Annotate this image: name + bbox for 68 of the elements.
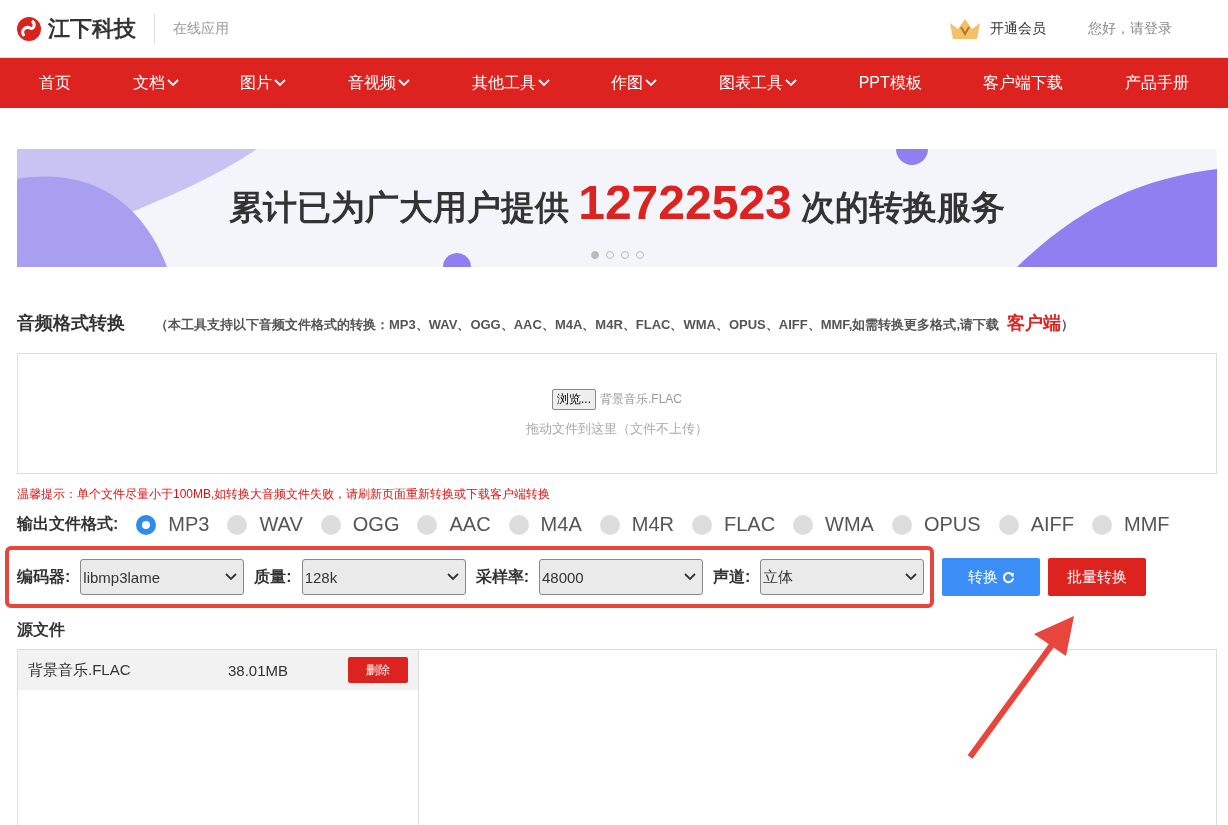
caret-icon bbox=[905, 573, 918, 581]
format-option[interactable]: WMA bbox=[825, 513, 874, 536]
setting-label: 声道: bbox=[713, 566, 751, 587]
nav-item[interactable]: PPT模板 bbox=[858, 72, 922, 94]
source-files-title: 源文件 bbox=[17, 620, 66, 640]
caret-icon bbox=[446, 573, 459, 581]
format-option[interactable]: AIFF bbox=[1030, 513, 1074, 536]
format-option[interactable]: M4A bbox=[540, 513, 582, 536]
format-option[interactable]: WAV bbox=[259, 513, 303, 536]
nav-item[interactable]: 首页 bbox=[38, 72, 71, 94]
setting-label: 采样率: bbox=[475, 566, 529, 587]
format-option[interactable]: MMF bbox=[1124, 513, 1170, 536]
logo-icon bbox=[16, 15, 42, 42]
nav-item[interactable]: 其他工具 bbox=[471, 72, 550, 94]
nav-item[interactable]: 音视频 bbox=[347, 72, 410, 94]
circle-decoration bbox=[443, 253, 471, 267]
dropdown-field[interactable]: 48000 bbox=[539, 559, 703, 595]
radio-button[interactable] bbox=[227, 514, 248, 535]
file-name: 背景音乐.FLAC bbox=[600, 391, 682, 408]
format-option[interactable]: OPUS bbox=[923, 513, 981, 536]
format-note: （本工具支持以下音频文件格式的转换：MP3、WAV、OGG、AAC、M4A、M4R、FLAC、WMA、OPUS、AIFF、MMF,如需转换更多格式,请下载 客户端） bbox=[155, 312, 1075, 335]
file-name: 背景音乐.FLAC bbox=[28, 660, 132, 680]
nav-item[interactable]: 作图 bbox=[611, 72, 658, 94]
nav-item[interactable]: 客户端下载 bbox=[983, 72, 1064, 94]
radio-button[interactable] bbox=[599, 514, 620, 535]
brand-name[interactable]: 江下科技 bbox=[48, 13, 155, 44]
refresh-icon bbox=[1001, 570, 1015, 584]
nav-item[interactable]: 图片 bbox=[240, 72, 287, 94]
format-label: 输出文件格式: bbox=[17, 514, 119, 534]
caret-icon bbox=[684, 573, 696, 581]
format-option[interactable]: OGG bbox=[352, 513, 400, 536]
circle-decoration bbox=[896, 149, 928, 165]
warning-text: 温馨提示：单个文件尽量小于100MB,如转换大音频文件失败，请刷新页面重新转换或下载客户端转换 bbox=[17, 486, 552, 503]
brand-subtitle: 在线应用 bbox=[173, 19, 229, 38]
batch-convert-button[interactable]: 批量转换 bbox=[1048, 558, 1147, 596]
format-option[interactable]: FLAC bbox=[723, 513, 776, 536]
login-link[interactable]: 您好，请登录 bbox=[1088, 19, 1172, 38]
radio-button[interactable] bbox=[417, 514, 438, 535]
format-option[interactable]: AAC bbox=[449, 513, 491, 536]
caret-icon bbox=[225, 573, 238, 581]
drop-zone[interactable]: 浏览... 背景音乐.FLAC 拖动文件到这里（文件不上传） bbox=[17, 353, 1217, 474]
format-option[interactable]: MP3 bbox=[168, 513, 210, 536]
setting-label: 质量: bbox=[254, 566, 292, 587]
format-option[interactable]: M4R bbox=[631, 513, 674, 536]
radio-button[interactable] bbox=[691, 514, 712, 535]
radio-button[interactable] bbox=[891, 514, 912, 535]
radio-button[interactable] bbox=[508, 514, 529, 535]
nav-item[interactable]: 文档 bbox=[132, 72, 179, 94]
browse-button[interactable]: 浏览... bbox=[552, 389, 596, 410]
radio-button[interactable] bbox=[998, 514, 1019, 535]
nav-item[interactable]: 产品手册 bbox=[1125, 72, 1190, 94]
dropdown-field[interactable]: libmp3lame bbox=[80, 559, 245, 595]
radio-button[interactable] bbox=[793, 514, 814, 535]
drop-hint: 拖动文件到这里（文件不上传） bbox=[526, 420, 708, 438]
setting-label: 编码器: bbox=[17, 566, 71, 587]
radio-button[interactable] bbox=[136, 514, 157, 535]
dropdown-field[interactable]: 立体 bbox=[760, 559, 925, 595]
section-title: 音频格式转换 bbox=[17, 312, 125, 335]
client-link[interactable]: 客户端 bbox=[1007, 313, 1062, 333]
vip-link[interactable]: 开通会员 bbox=[990, 19, 1046, 38]
nav-item[interactable]: 图表工具 bbox=[718, 72, 797, 94]
dropdown-field[interactable]: 128k bbox=[301, 559, 466, 595]
radio-button[interactable] bbox=[1092, 514, 1112, 535]
banner-headline: 累计已为广大用户提供 12722523 次的转换服务 bbox=[228, 175, 1006, 231]
delete-button[interactable]: 删除 bbox=[348, 657, 408, 683]
carousel-dot[interactable] bbox=[590, 251, 599, 259]
radio-button[interactable] bbox=[320, 514, 341, 535]
file-size: 38.01MB bbox=[228, 661, 290, 679]
